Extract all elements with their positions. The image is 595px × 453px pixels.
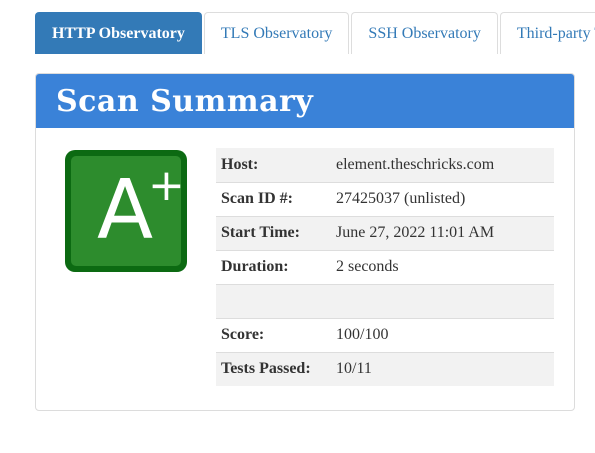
scan-summary-panel: Scan Summary A + Host: element.theschric… bbox=[35, 73, 575, 411]
tab-tls-observatory[interactable]: TLS Observatory bbox=[203, 12, 350, 54]
table-row: Host: element.theschricks.com bbox=[216, 148, 554, 182]
table-row: Score: 100/100 bbox=[216, 317, 554, 352]
table-row: Start Time: June 27, 2022 11:01 AM bbox=[216, 215, 554, 250]
table-row: Scan ID #: 27425037 (unlisted) bbox=[216, 181, 554, 216]
tab-third-party-tests[interactable]: Third-party Tests bbox=[499, 12, 595, 54]
host-label: Host: bbox=[216, 148, 331, 182]
start-time-value: June 27, 2022 11:01 AM bbox=[331, 215, 554, 250]
panel-heading: Scan Summary bbox=[36, 74, 574, 128]
summary-table: Host: element.theschricks.com Scan ID #:… bbox=[216, 148, 554, 386]
table-row: Duration: 2 seconds bbox=[216, 249, 554, 284]
grade-badge-inner: A + bbox=[71, 156, 185, 266]
start-time-label: Start Time: bbox=[216, 215, 331, 250]
empty-value bbox=[331, 283, 554, 318]
duration-value: 2 seconds bbox=[331, 249, 554, 284]
tests-passed-label: Tests Passed: bbox=[216, 351, 331, 386]
grade-letter: A bbox=[97, 163, 154, 258]
table-row: Tests Passed: 10/11 bbox=[216, 351, 554, 386]
panel-title: Scan Summary bbox=[56, 83, 314, 119]
scan-id-value: 27425037 (unlisted) bbox=[331, 181, 554, 216]
grade-badge: A + bbox=[65, 150, 187, 272]
scan-id-label: Scan ID #: bbox=[216, 181, 331, 216]
tab-http-observatory[interactable]: HTTP Observatory bbox=[35, 12, 202, 54]
tests-passed-value: 10/11 bbox=[331, 351, 554, 386]
observatory-tabs: HTTP Observatory TLS Observatory SSH Obs… bbox=[35, 12, 595, 54]
duration-label: Duration: bbox=[216, 249, 331, 284]
host-value: element.theschricks.com bbox=[331, 148, 554, 182]
score-value: 100/100 bbox=[331, 317, 554, 352]
score-label: Score: bbox=[216, 317, 331, 352]
table-row bbox=[216, 283, 554, 318]
tab-ssh-observatory[interactable]: SSH Observatory bbox=[351, 12, 498, 54]
grade-modifier: + bbox=[148, 160, 185, 211]
empty-label bbox=[216, 283, 331, 318]
